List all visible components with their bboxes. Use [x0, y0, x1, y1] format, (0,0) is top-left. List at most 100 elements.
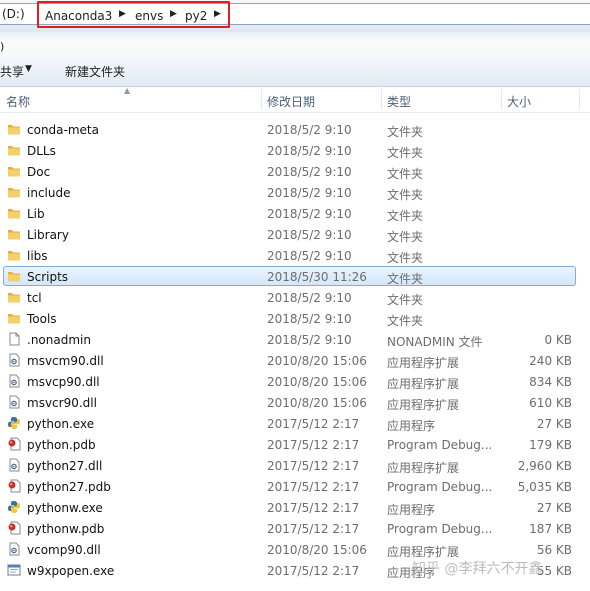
file-name[interactable]: conda-meta — [27, 123, 99, 137]
file-row[interactable]: Doc 2018/5/2 9:10 文件夹 — [0, 161, 590, 182]
file-row[interactable]: libs 2018/5/2 9:10 文件夹 — [0, 245, 590, 266]
file-row[interactable]: Library 2018/5/2 9:10 文件夹 — [0, 224, 590, 245]
pdb-icon — [7, 521, 21, 535]
folder-icon — [7, 122, 21, 136]
file-type: 文件夹 — [387, 293, 424, 307]
file-row[interactable]: msvcp90.dll 2010/8/20 15:06 应用程序扩展 834 KB — [0, 371, 590, 392]
file-name[interactable]: python27.dll — [27, 459, 102, 473]
column-date[interactable]: 修改日期 — [267, 93, 315, 110]
chevron-right-icon[interactable]: ▶ — [170, 9, 177, 19]
folder-icon — [7, 206, 21, 220]
file-name[interactable]: tcl — [27, 291, 42, 305]
file-date: 2018/5/2 9:10 — [267, 333, 352, 347]
file-type: 应用程序 — [387, 419, 436, 433]
file-name[interactable]: Lib — [27, 207, 45, 221]
column-type[interactable]: 类型 — [387, 93, 411, 110]
crumb-py2[interactable]: py2 — [185, 9, 207, 23]
file-row[interactable]: include 2018/5/2 9:10 文件夹 — [0, 182, 590, 203]
command-toolbar: 共享 ▼ 新建文件夹 — [0, 55, 590, 87]
file-row[interactable]: python.exe 2017/5/12 2:17 应用程序 27 KB — [0, 413, 590, 434]
file-type: 应用程序扩展 — [387, 377, 460, 391]
crumb-envs[interactable]: envs — [135, 9, 163, 23]
file-type: 文件夹 — [387, 272, 424, 286]
file-name[interactable]: w9xpopen.exe — [27, 564, 114, 578]
chevron-down-icon[interactable]: ▼ — [25, 64, 32, 74]
file-name[interactable]: python.exe — [27, 417, 94, 431]
file-name[interactable]: .nonadmin — [27, 333, 91, 347]
folder-icon — [7, 185, 21, 199]
file-size: 2,960 KB — [517, 459, 572, 473]
file-type: 文件夹 — [387, 251, 424, 265]
file-type: NONADMIN 文件 — [387, 335, 483, 349]
file-date: 2017/5/12 2:17 — [267, 501, 360, 515]
file-name[interactable]: pythonw.pdb — [27, 522, 104, 536]
file-size: 27 KB — [536, 501, 572, 515]
file-date: 2017/5/12 2:17 — [267, 522, 360, 536]
file-size: 27 KB — [536, 417, 572, 431]
file-row[interactable]: conda-meta 2018/5/2 9:10 文件夹 — [0, 119, 590, 140]
file-name[interactable]: DLLs — [27, 144, 56, 158]
file-name[interactable]: msvcm90.dll — [27, 354, 104, 368]
file-row[interactable]: Lib 2018/5/2 9:10 文件夹 — [0, 203, 590, 224]
file-name[interactable]: msvcr90.dll — [27, 396, 97, 410]
file-type: 应用程序扩展 — [387, 356, 460, 370]
file-type: Program Debug... — [387, 522, 493, 536]
file-row[interactable]: python.pdb 2017/5/12 2:17 Program Debug...… — [0, 434, 590, 455]
drive-crumb[interactable]: (D:) — [2, 7, 25, 21]
file-date: 2018/5/2 9:10 — [267, 312, 352, 326]
file-type: 文件夹 — [387, 125, 424, 139]
file-name[interactable]: include — [27, 186, 70, 200]
file-name[interactable]: vcomp90.dll — [27, 543, 101, 557]
file-row[interactable]: msvcm90.dll 2010/8/20 15:06 应用程序扩展 240 KB — [0, 350, 590, 371]
folder-icon — [7, 290, 21, 304]
watermark: 知乎 @李拜六不开鑫 — [412, 561, 543, 577]
file-row[interactable]: tcl 2018/5/2 9:10 文件夹 — [0, 287, 590, 308]
column-name[interactable]: 名称 — [6, 93, 30, 110]
file-row[interactable]: Tools 2018/5/2 9:10 文件夹 — [0, 308, 590, 329]
file-name[interactable]: Doc — [27, 165, 50, 179]
column-divider[interactable] — [261, 89, 262, 110]
file-row[interactable]: Scripts 2018/5/30 11:26 文件夹 — [0, 266, 590, 287]
file-type: 文件夹 — [387, 167, 424, 181]
file-row[interactable]: DLLs 2018/5/2 9:10 文件夹 — [0, 140, 590, 161]
file-row[interactable]: msvcr90.dll 2010/8/20 15:06 应用程序扩展 610 KB — [0, 392, 590, 413]
dll-icon — [7, 458, 21, 472]
file-date: 2018/5/2 9:10 — [267, 228, 352, 242]
file-name[interactable]: libs — [27, 249, 48, 263]
file-type: 应用程序 — [387, 503, 436, 517]
column-size[interactable]: 大小 — [507, 93, 531, 110]
file-row[interactable]: python27.pdb 2017/5/12 2:17 Program Debug.… — [0, 476, 590, 497]
chevron-right-icon[interactable]: ▶ — [119, 9, 126, 19]
file-row[interactable]: pythonw.exe 2017/5/12 2:17 应用程序 27 KB — [0, 497, 590, 518]
folder-icon — [7, 269, 21, 283]
file-name[interactable]: pythonw.exe — [27, 501, 103, 515]
file-name[interactable]: python27.pdb — [27, 480, 111, 494]
file-row[interactable]: python27.dll 2017/5/12 2:17 应用程序扩展 2,960 KB — [0, 455, 590, 476]
share-button[interactable]: 共享 — [0, 63, 24, 80]
file-name[interactable]: Library — [27, 228, 69, 242]
file-row[interactable]: vcomp90.dll 2010/8/20 15:06 应用程序扩展 56 KB — [0, 539, 590, 560]
column-divider[interactable] — [381, 89, 382, 110]
chevron-right-icon[interactable]: ▶ — [214, 9, 221, 19]
file-size: 5,035 KB — [517, 480, 572, 494]
file-row[interactable]: .nonadmin 2018/5/2 9:10 NONADMIN 文件 0 KB — [0, 329, 590, 350]
file-date: 2018/5/2 9:10 — [267, 249, 352, 263]
file-name[interactable]: python.pdb — [27, 438, 96, 452]
python-icon — [7, 500, 21, 514]
file-name[interactable]: msvcp90.dll — [27, 375, 100, 389]
file-name[interactable]: Tools — [27, 312, 57, 326]
file-date: 2017/5/12 2:17 — [267, 459, 360, 473]
column-divider[interactable] — [501, 89, 502, 110]
column-divider[interactable] — [579, 89, 580, 110]
file-name[interactable]: Scripts — [27, 270, 68, 284]
python-icon — [7, 416, 21, 430]
file-type: 文件夹 — [387, 146, 424, 160]
file-date: 2018/5/30 11:26 — [267, 270, 367, 284]
file-date: 2017/5/12 2:17 — [267, 438, 360, 452]
file-row[interactable]: pythonw.pdb 2017/5/12 2:17 Program Debug..… — [0, 518, 590, 539]
file-size: 56 KB — [536, 543, 572, 557]
crumb-anaconda3[interactable]: Anaconda3 — [45, 9, 112, 23]
file-type: 文件夹 — [387, 188, 424, 202]
new-folder-button[interactable]: 新建文件夹 — [65, 63, 125, 80]
file-date: 2010/8/20 15:06 — [267, 396, 367, 410]
